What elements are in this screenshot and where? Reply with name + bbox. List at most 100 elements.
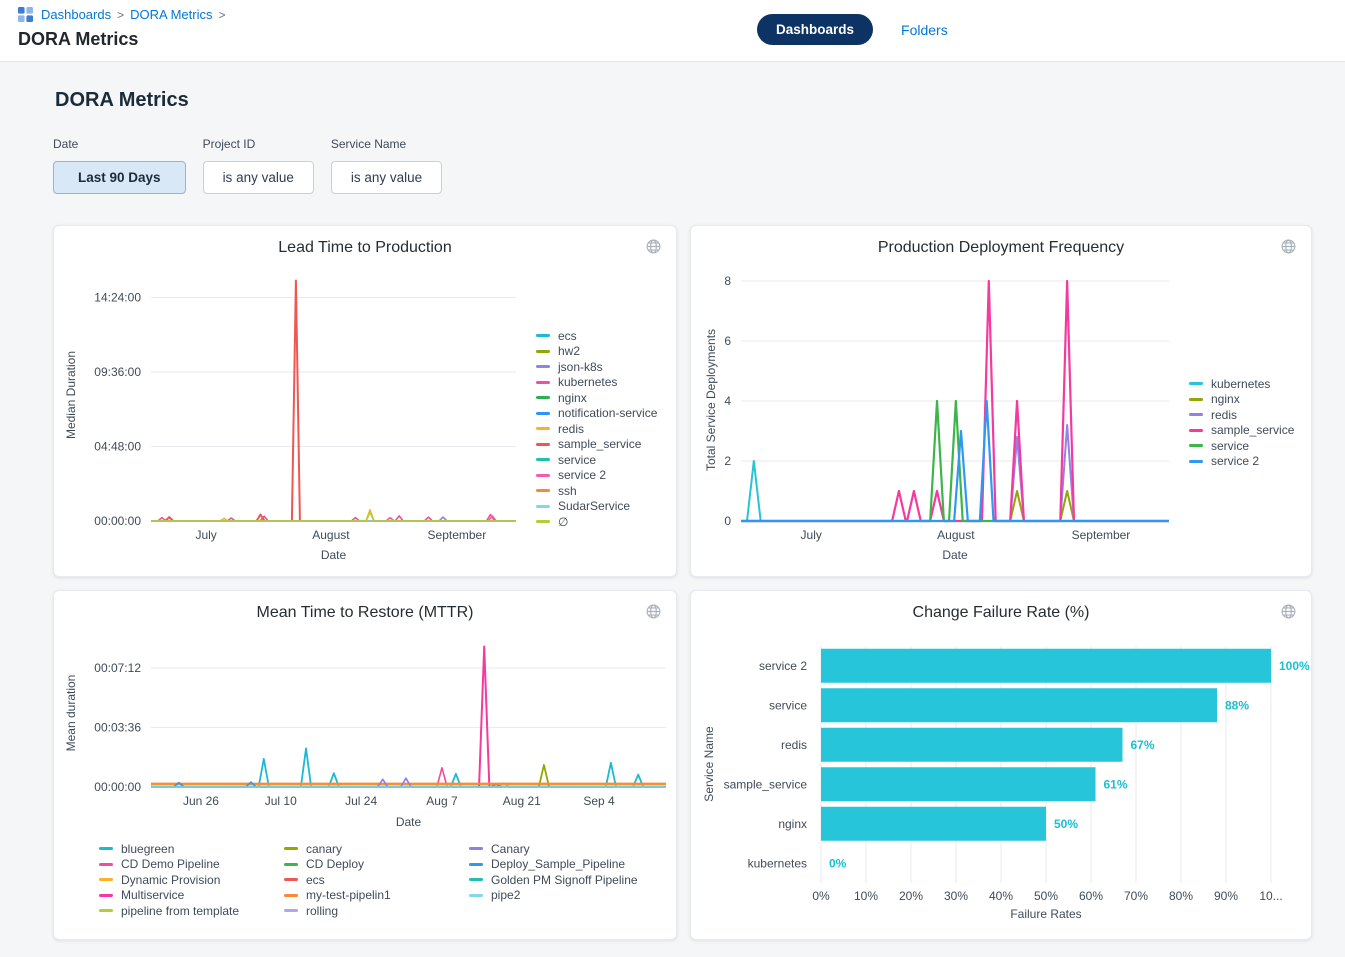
legend-item-Multiservice[interactable]: Multiservice: [99, 888, 284, 904]
bar-value-label: 67%: [1131, 738, 1155, 752]
breadcrumb-link-dora-metrics[interactable]: DORA Metrics: [130, 7, 212, 22]
legend-label: Canary: [491, 842, 530, 856]
legend-label: CD Demo Pipeline: [121, 857, 220, 871]
legend-label: json-k8s: [558, 360, 603, 374]
legend-label: sample_service: [1211, 423, 1294, 437]
legend-label: Golden PM Signoff Pipeline: [491, 873, 638, 887]
filter-project-id-value-button[interactable]: is any value: [203, 161, 314, 194]
series-line-redis: [151, 510, 516, 521]
legend-item-redis[interactable]: redis: [1189, 407, 1294, 423]
legend-item-kubernetes[interactable]: kubernetes: [536, 375, 657, 391]
filter-date-value-button[interactable]: Last 90 Days: [53, 161, 186, 194]
legend-item-pipeline from template[interactable]: pipeline from template: [99, 903, 284, 919]
series-line-hw2: [151, 511, 516, 521]
legend-item-my-test-pipelin1[interactable]: my-test-pipelin1: [284, 888, 469, 904]
chart-card-deployment-frequency: Production Deployment Frequency Total Se…: [690, 225, 1312, 577]
legend-label: pipe2: [491, 888, 520, 902]
filter-project-id-label: Project ID: [203, 137, 314, 151]
chart-card-change-failure-rate: Change Failure Rate (%) Service Name 0%1…: [690, 590, 1312, 940]
legend-item-Canary[interactable]: Canary: [469, 841, 669, 857]
legend-item-hw2[interactable]: hw2: [536, 344, 657, 360]
x-tick-label: Jul 24: [345, 794, 377, 808]
legend-item-kubernetes[interactable]: kubernetes: [1189, 376, 1294, 392]
legend-swatch: [536, 365, 550, 368]
app-header: Dashboards > DORA Metrics > DORA Metrics…: [0, 0, 1345, 62]
series-line-Canary: [151, 778, 666, 787]
x-tick-label: Jul 10: [265, 794, 297, 808]
legend-swatch: [469, 878, 483, 881]
legend-item-∅[interactable]: ∅: [536, 514, 657, 530]
legend-item-bluegreen[interactable]: bluegreen: [99, 841, 284, 857]
bar-nginx[interactable]: [821, 807, 1046, 841]
legend-swatch: [1189, 429, 1203, 432]
legend-label: ecs: [306, 873, 325, 887]
x-axis-label: Date: [151, 548, 516, 562]
legend-swatch: [1189, 413, 1203, 416]
legend-label: canary: [306, 842, 342, 856]
legend-item-sample_service[interactable]: sample_service: [536, 437, 657, 453]
x-tick-label: 20%: [899, 889, 923, 903]
x-axis-label: Failure Rates: [821, 907, 1271, 921]
legend-item-service[interactable]: service: [536, 452, 657, 468]
legend-item-rolling[interactable]: rolling: [284, 903, 469, 919]
chart-legend: bluegreenCD Demo PipelineDynamic Provisi…: [99, 841, 669, 919]
bar-sample_service[interactable]: [821, 767, 1096, 801]
legend-item-ecs[interactable]: ecs: [536, 328, 657, 344]
legend-item-json-k8s[interactable]: json-k8s: [536, 359, 657, 375]
breadcrumb: Dashboards > DORA Metrics >: [18, 7, 225, 22]
bar-redis[interactable]: [821, 728, 1123, 762]
x-tick-label: 80%: [1169, 889, 1193, 903]
x-tick-label: Aug 21: [503, 794, 541, 808]
legend-item-pipe2[interactable]: pipe2: [469, 888, 669, 904]
legend-swatch: [536, 334, 550, 337]
bar-service[interactable]: [821, 688, 1217, 722]
legend-swatch: [469, 863, 483, 866]
legend-item-service 2[interactable]: service 2: [1189, 454, 1294, 470]
legend-item-CD Demo Pipeline[interactable]: CD Demo Pipeline: [99, 857, 284, 873]
x-tick-label: September: [428, 528, 487, 542]
legend-item-CD Deploy[interactable]: CD Deploy: [284, 857, 469, 873]
legend-item-SudarService[interactable]: SudarService: [536, 499, 657, 515]
x-tick-label: 30%: [944, 889, 968, 903]
x-tick-label: 10...: [1259, 889, 1282, 903]
legend-label: pipeline from template: [121, 904, 239, 918]
legend-item-canary[interactable]: canary: [284, 841, 469, 857]
bar-value-label: 88%: [1225, 698, 1249, 712]
legend-item-Dynamic Provision[interactable]: Dynamic Provision: [99, 872, 284, 888]
legend-item-ecs[interactable]: ecs: [284, 872, 469, 888]
dashboards-grid-icon: [18, 7, 33, 22]
tab-dashboards[interactable]: Dashboards: [757, 14, 873, 45]
bar-value-label: 0%: [829, 856, 847, 870]
legend-item-nginx[interactable]: nginx: [536, 390, 657, 406]
legend-swatch: [536, 443, 550, 446]
filter-date-label: Date: [53, 137, 186, 151]
change-failure-rate-chart-plot[interactable]: 0%10%20%30%40%50%60%70%80%90%10...servic…: [691, 591, 1313, 941]
legend-swatch: [284, 847, 298, 850]
legend-item-service 2[interactable]: service 2: [536, 468, 657, 484]
breadcrumb-link-dashboards[interactable]: Dashboards: [41, 7, 111, 22]
legend-item-sample_service[interactable]: sample_service: [1189, 423, 1294, 439]
legend-item-Deploy_Sample_Pipeline[interactable]: Deploy_Sample_Pipeline: [469, 857, 669, 873]
legend-item-redis[interactable]: redis: [536, 421, 657, 437]
tab-folders[interactable]: Folders: [901, 22, 948, 38]
series-line-∅: [151, 512, 516, 521]
legend-item-nginx[interactable]: nginx: [1189, 392, 1294, 408]
legend-item-ssh[interactable]: ssh: [536, 483, 657, 499]
y-tick-label: 8: [724, 274, 731, 288]
page-title: DORA Metrics: [55, 89, 189, 112]
x-tick-label: 90%: [1214, 889, 1238, 903]
breadcrumb-separator: >: [218, 8, 225, 22]
legend-swatch: [99, 847, 113, 850]
legend-item-service[interactable]: service: [1189, 438, 1294, 454]
filter-service-name: Service Name is any value: [331, 137, 442, 194]
legend-item-notification-service[interactable]: notification-service: [536, 406, 657, 422]
bar-value-label: 50%: [1054, 817, 1078, 831]
legend-label: service: [1211, 439, 1249, 453]
x-tick-label: August: [312, 528, 350, 542]
filter-service-name-value-button[interactable]: is any value: [331, 161, 442, 194]
y-tick-label: 04:48:00: [94, 440, 141, 454]
legend-item-Golden PM Signoff Pipeline[interactable]: Golden PM Signoff Pipeline: [469, 872, 669, 888]
bar-service 2[interactable]: [821, 649, 1271, 683]
legend-label: hw2: [558, 344, 580, 358]
x-tick-label: 60%: [1079, 889, 1103, 903]
